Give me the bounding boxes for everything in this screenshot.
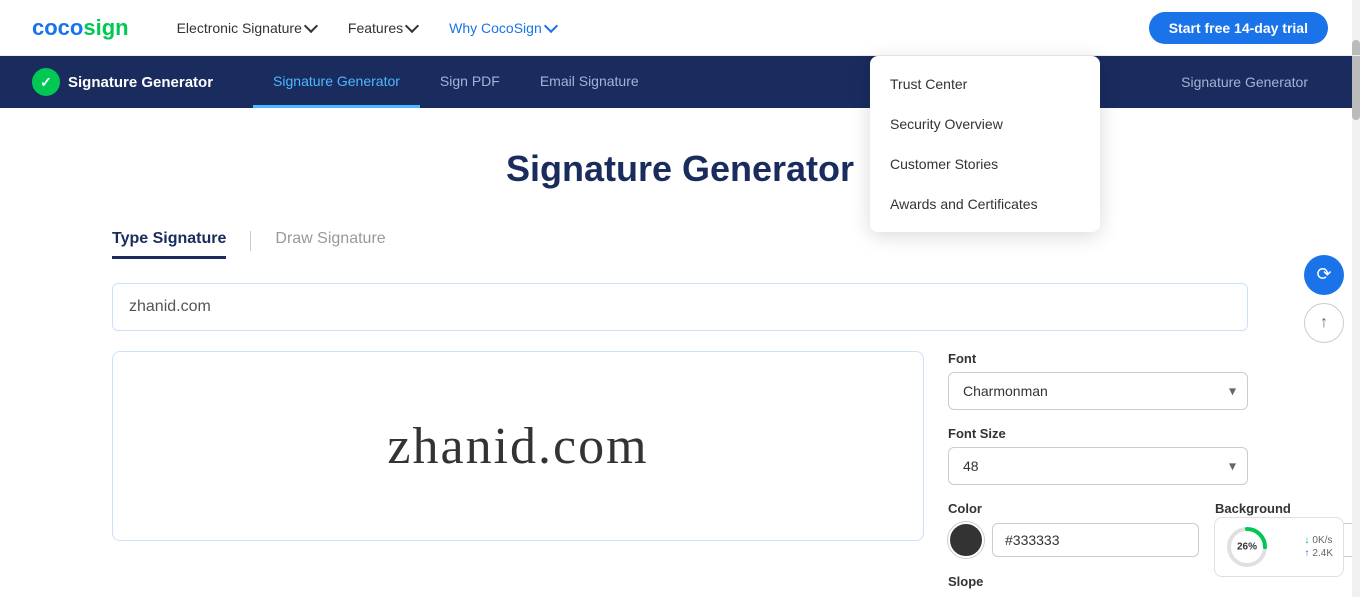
signature-controls: Font Charmonman ▾ Font Size 48 ▾ (948, 351, 1248, 589)
font-size-select-wrap: 48 ▾ (948, 447, 1248, 485)
color-control: Color (948, 501, 1199, 558)
font-control: Font Charmonman ▾ (948, 351, 1248, 410)
signature-input[interactable] (112, 283, 1248, 331)
brand-icon: ✓ (32, 68, 60, 96)
tab-divider (250, 231, 251, 251)
dropdown-trust-center[interactable]: Trust Center (870, 64, 1100, 104)
color-label: Color (948, 501, 1199, 516)
translate-icon: ⟳ (1316, 264, 1331, 285)
dropdown-awards-certificates[interactable]: Awards and Certificates (870, 184, 1100, 224)
chevron-down-icon (405, 19, 419, 33)
color-swatch[interactable] (948, 522, 984, 558)
cpu-percent: 26% (1237, 542, 1257, 553)
nav-why-cocosign[interactable]: Why CocoSign (449, 20, 556, 36)
arrow-up-icon: ↑ (1304, 548, 1309, 559)
signature-preview: zhanid.com (387, 417, 648, 476)
nav-links: Electronic Signature Features Why CocoSi… (177, 20, 1149, 36)
font-size-control: Font Size 48 ▾ (948, 426, 1248, 485)
color-input[interactable] (992, 523, 1199, 557)
brand-badge: ✓ Signature Generator (32, 68, 213, 96)
nav-features[interactable]: Features (348, 20, 417, 36)
right-controls: ⟳ ↑ (1304, 255, 1344, 343)
color-bg-row: Color Background (948, 501, 1248, 558)
top-nav: cocosign Electronic Signature Features W… (0, 0, 1360, 56)
chevron-down-icon (304, 19, 318, 33)
tab-type-signature[interactable]: Type Signature (112, 222, 226, 259)
logo[interactable]: cocosign (32, 15, 129, 41)
cpu-ring: 26% (1225, 525, 1269, 569)
brand-text: Signature Generator (68, 74, 213, 91)
net-down-row: ↓ 0K/s (1304, 535, 1333, 546)
main-content: Signature Generator Type Signature Draw … (80, 108, 1280, 609)
why-cocosign-dropdown: Trust Center Security Overview Customer … (870, 56, 1100, 232)
sec-nav-signature-generator[interactable]: Signature Generator (253, 56, 420, 108)
nav-electronic-signature[interactable]: Electronic Signature (177, 20, 316, 36)
signature-canvas: zhanid.com (112, 351, 924, 541)
arrow-down-icon: ↓ (1304, 535, 1309, 546)
net-up-row: ↑ 2.4K (1304, 548, 1333, 559)
sec-nav-right-signature-generator[interactable]: Signature Generator (1161, 56, 1328, 108)
logo-sign: sign (83, 15, 128, 40)
secondary-nav: ✓ Signature Generator Signature Generato… (0, 56, 1360, 108)
font-label: Font (948, 351, 1248, 366)
color-row (948, 522, 1199, 558)
scroll-up-button[interactable]: ↑ (1304, 303, 1344, 343)
scrollbar[interactable] (1352, 0, 1360, 597)
slope-control: Slope (948, 574, 1248, 589)
translate-button[interactable]: ⟳ (1304, 255, 1344, 295)
dropdown-customer-stories[interactable]: Customer Stories (870, 144, 1100, 184)
font-size-select[interactable]: 48 (948, 447, 1248, 485)
font-select[interactable]: Charmonman (948, 372, 1248, 410)
net-down-value: 0K/s (1312, 535, 1332, 546)
dropdown-security-overview[interactable]: Security Overview (870, 104, 1100, 144)
arrow-up-icon: ↑ (1320, 314, 1328, 332)
cta-button[interactable]: Start free 14-day trial (1149, 12, 1328, 44)
logo-coco: coco (32, 15, 83, 40)
signature-area: zhanid.com Font Charmonman ▾ Font Size (112, 351, 1248, 589)
font-size-label: Font Size (948, 426, 1248, 441)
background-label: Background (1215, 501, 1360, 516)
sec-nav-sign-pdf[interactable]: Sign PDF (420, 56, 520, 108)
slope-label: Slope (948, 574, 1248, 589)
net-stats: ↓ 0K/s ↑ 2.4K (1304, 535, 1333, 559)
font-select-wrap: Charmonman ▾ (948, 372, 1248, 410)
sec-nav-email-signature[interactable]: Email Signature (520, 56, 659, 108)
performance-widget: 26% ↓ 0K/s ↑ 2.4K (1214, 517, 1344, 577)
tab-draw-signature[interactable]: Draw Signature (275, 222, 385, 259)
chevron-down-icon (544, 19, 558, 33)
net-up-value: 2.4K (1312, 548, 1333, 559)
